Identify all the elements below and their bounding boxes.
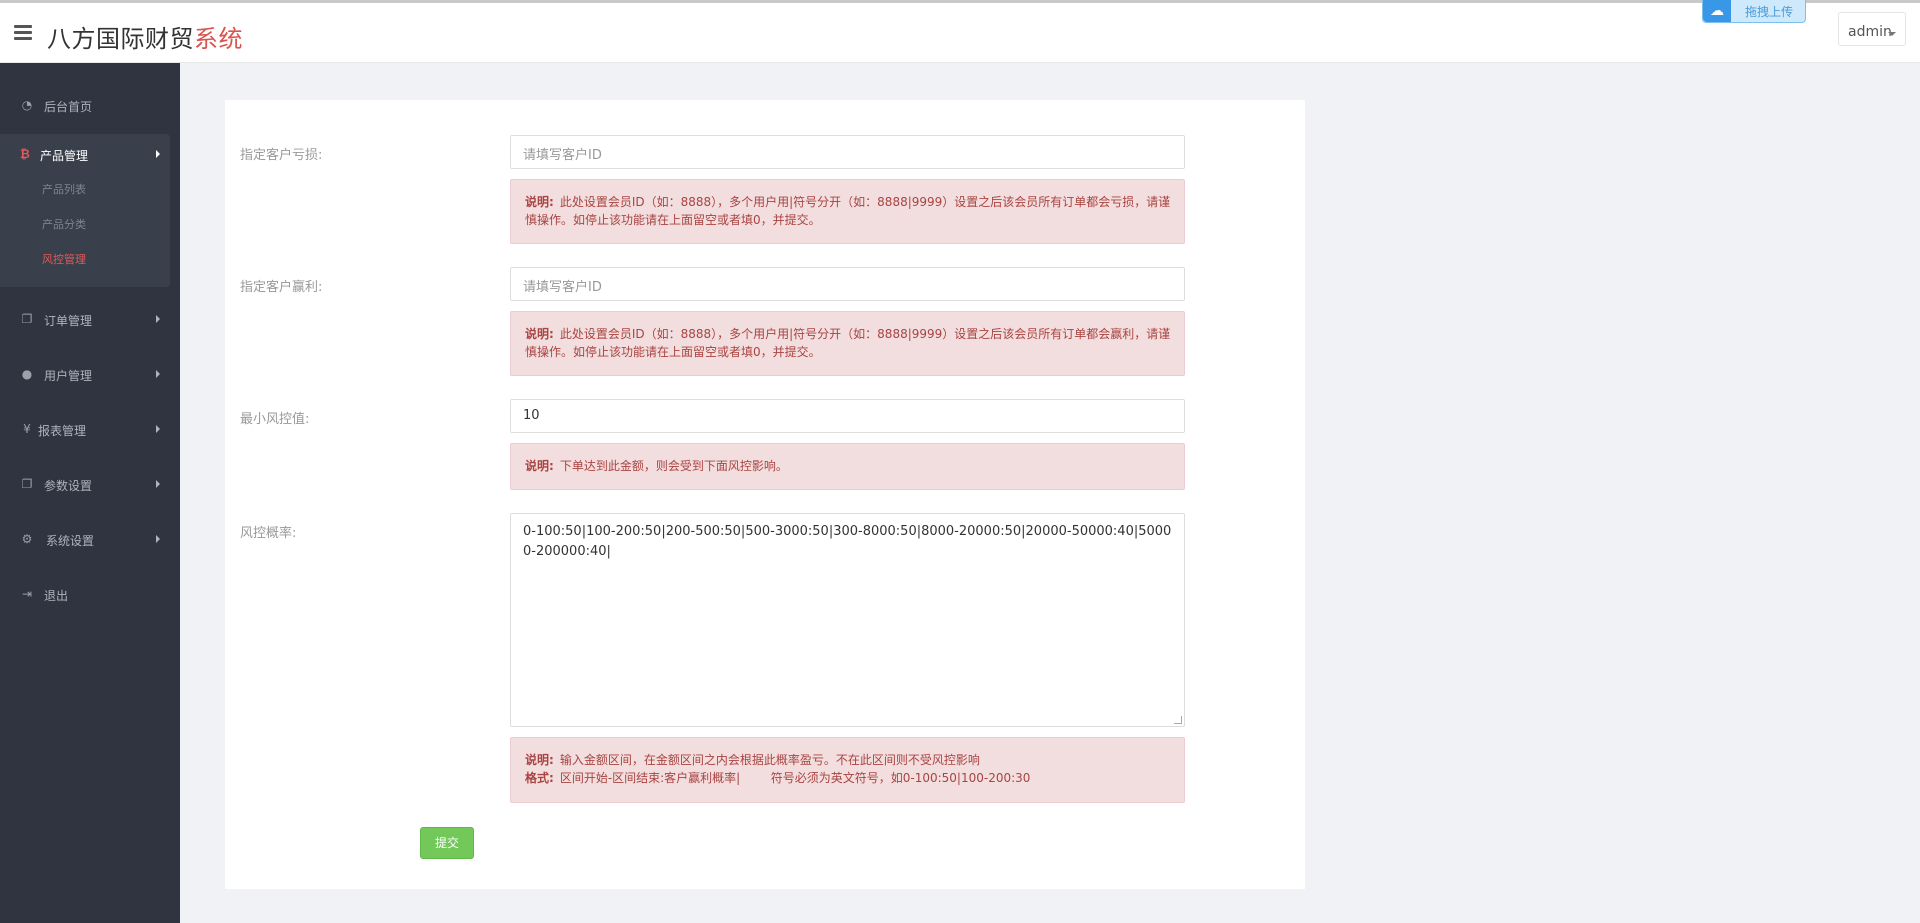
chevron-right-icon xyxy=(156,150,160,158)
copy-icon: ❐ xyxy=(21,477,33,491)
sidebar-item-label: 产品管理 xyxy=(40,149,89,163)
caret-down-icon xyxy=(1888,32,1896,36)
format-text: 区间开始-区间结束:客户赢利概率| 符号必须为英文符号，如0-100:50|10… xyxy=(559,771,1031,785)
risk-rate-value: 0-100:50|100-200:50|200-500:50|500-3000:… xyxy=(523,524,1172,559)
risk-rate-textarea[interactable]: 0-100:50|100-200:50|200-500:50|500-3000:… xyxy=(510,513,1185,727)
note-title: 说明: xyxy=(525,327,554,341)
loss-customer-label: 指定客户亏损: xyxy=(240,148,323,163)
note-text: 下单达到此金额，则会受到下面风控影响。 xyxy=(559,459,788,473)
min-risk-input[interactable]: 10 xyxy=(510,399,1185,433)
note-text: 此处设置会员ID（如：8888），多个用户用|符号分开（如：8888|9999）… xyxy=(525,195,1171,227)
dashboard-icon: ◔ xyxy=(21,98,33,112)
sidebar: ◔ 后台首页 ₿ 产品管理 产品列表 产品分类 风控管理 ❐ 订单管理 ● 用户… xyxy=(0,63,180,923)
user-name: admin xyxy=(1848,24,1892,40)
loss-customer-input[interactable]: 请填写客户ID xyxy=(510,135,1185,169)
brand-main: 八方国际财贸 xyxy=(47,25,194,53)
win-customer-note: 说明: 此处设置会员ID（如：8888），多个用户用|符号分开（如：8888|99… xyxy=(510,311,1185,376)
sidebar-item-label: 后台首页 xyxy=(44,100,93,114)
sidebar-item-users[interactable]: ● 用户管理 xyxy=(0,354,180,394)
submit-button[interactable]: 提交 xyxy=(420,827,474,859)
sidebar-item-label: 系统设置 xyxy=(46,534,95,548)
user-icon: ● xyxy=(21,367,33,381)
risk-rate-note: 说明: 输入金额区间，在金额区间之内会根据此概率盈亏。不在此区间则不受风控影响 格… xyxy=(510,737,1185,803)
cloud-upload-icon: ☁ xyxy=(1703,0,1731,22)
resize-grip-icon[interactable] xyxy=(1174,716,1182,724)
risk-control-form: 指定客户亏损: 请填写客户ID 说明: 此处设置会员ID（如：8888），多个用户… xyxy=(225,100,1305,889)
chevron-right-icon xyxy=(156,480,160,488)
note-text: 输入金额区间，在金额区间之内会根据此概率盈亏。不在此区间则不受风控影响 xyxy=(559,753,980,767)
format-title: 格式: xyxy=(525,771,554,785)
brand-accent: 系统 xyxy=(194,25,243,53)
sidebar-item-products[interactable]: ₿ 产品管理 xyxy=(0,134,170,174)
sidebar-item-home[interactable]: ◔ 后台首页 xyxy=(0,85,180,125)
chevron-right-icon xyxy=(156,425,160,433)
sidebar-item-params[interactable]: ❐ 参数设置 xyxy=(0,464,180,504)
sidebar-subitem-product-list[interactable]: 产品列表 xyxy=(42,181,86,197)
note-title: 说明: xyxy=(525,195,554,209)
admin-dropdown[interactable]: admin xyxy=(1838,12,1906,46)
sidebar-group-products: ₿ 产品管理 产品列表 产品分类 风控管理 xyxy=(0,134,170,287)
upload-label: 拖拽上传 xyxy=(1745,5,1794,19)
sidebar-subitem-product-category[interactable]: 产品分类 xyxy=(42,216,86,232)
sidebar-item-label: 订单管理 xyxy=(44,314,93,328)
sidebar-item-orders[interactable]: ❐ 订单管理 xyxy=(0,299,180,339)
min-risk-label: 最小风控值: xyxy=(240,412,310,427)
upload-badge[interactable]: ☁ 拖拽上传 xyxy=(1702,0,1806,23)
sidebar-item-reports[interactable]: ¥ 报表管理 xyxy=(0,409,180,449)
sidebar-item-label: 报表管理 xyxy=(38,424,87,438)
copy-icon: ❐ xyxy=(21,312,33,326)
note-title: 说明: xyxy=(525,459,554,473)
sidebar-item-system[interactable]: ⚙ 系统设置 xyxy=(0,519,180,559)
sidebar-item-label: 退出 xyxy=(44,589,69,603)
menu-toggle-icon[interactable] xyxy=(14,25,32,41)
chevron-right-icon xyxy=(156,315,160,323)
sidebar-item-label: 用户管理 xyxy=(44,369,93,383)
sidebar-item-label: 参数设置 xyxy=(44,479,93,493)
yen-icon: ¥ xyxy=(23,422,31,436)
win-customer-input[interactable]: 请填写客户ID xyxy=(510,267,1185,301)
loss-customer-note: 说明: 此处设置会员ID（如：8888），多个用户用|符号分开（如：8888|99… xyxy=(510,179,1185,244)
chevron-right-icon xyxy=(156,370,160,378)
brand-title: 八方国际财贸系统 xyxy=(47,19,243,54)
top-header: 八方国际财贸系统 ☁ 拖拽上传 admin xyxy=(0,0,1920,63)
sign-out-icon: ⇥ xyxy=(21,587,33,601)
bitcoin-icon: ₿ xyxy=(20,147,30,161)
cogs-icon: ⚙ xyxy=(21,532,33,546)
win-customer-label: 指定客户赢利: xyxy=(240,280,323,295)
risk-rate-label: 风控概率: xyxy=(240,526,297,541)
chevron-right-icon xyxy=(156,535,160,543)
sidebar-item-logout[interactable]: ⇥ 退出 xyxy=(0,574,180,614)
sidebar-subitem-risk-control[interactable]: 风控管理 xyxy=(42,251,86,267)
note-title: 说明: xyxy=(525,753,554,767)
note-text: 此处设置会员ID（如：8888），多个用户用|符号分开（如：8888|9999）… xyxy=(525,327,1171,359)
min-risk-note: 说明: 下单达到此金额，则会受到下面风控影响。 xyxy=(510,443,1185,490)
